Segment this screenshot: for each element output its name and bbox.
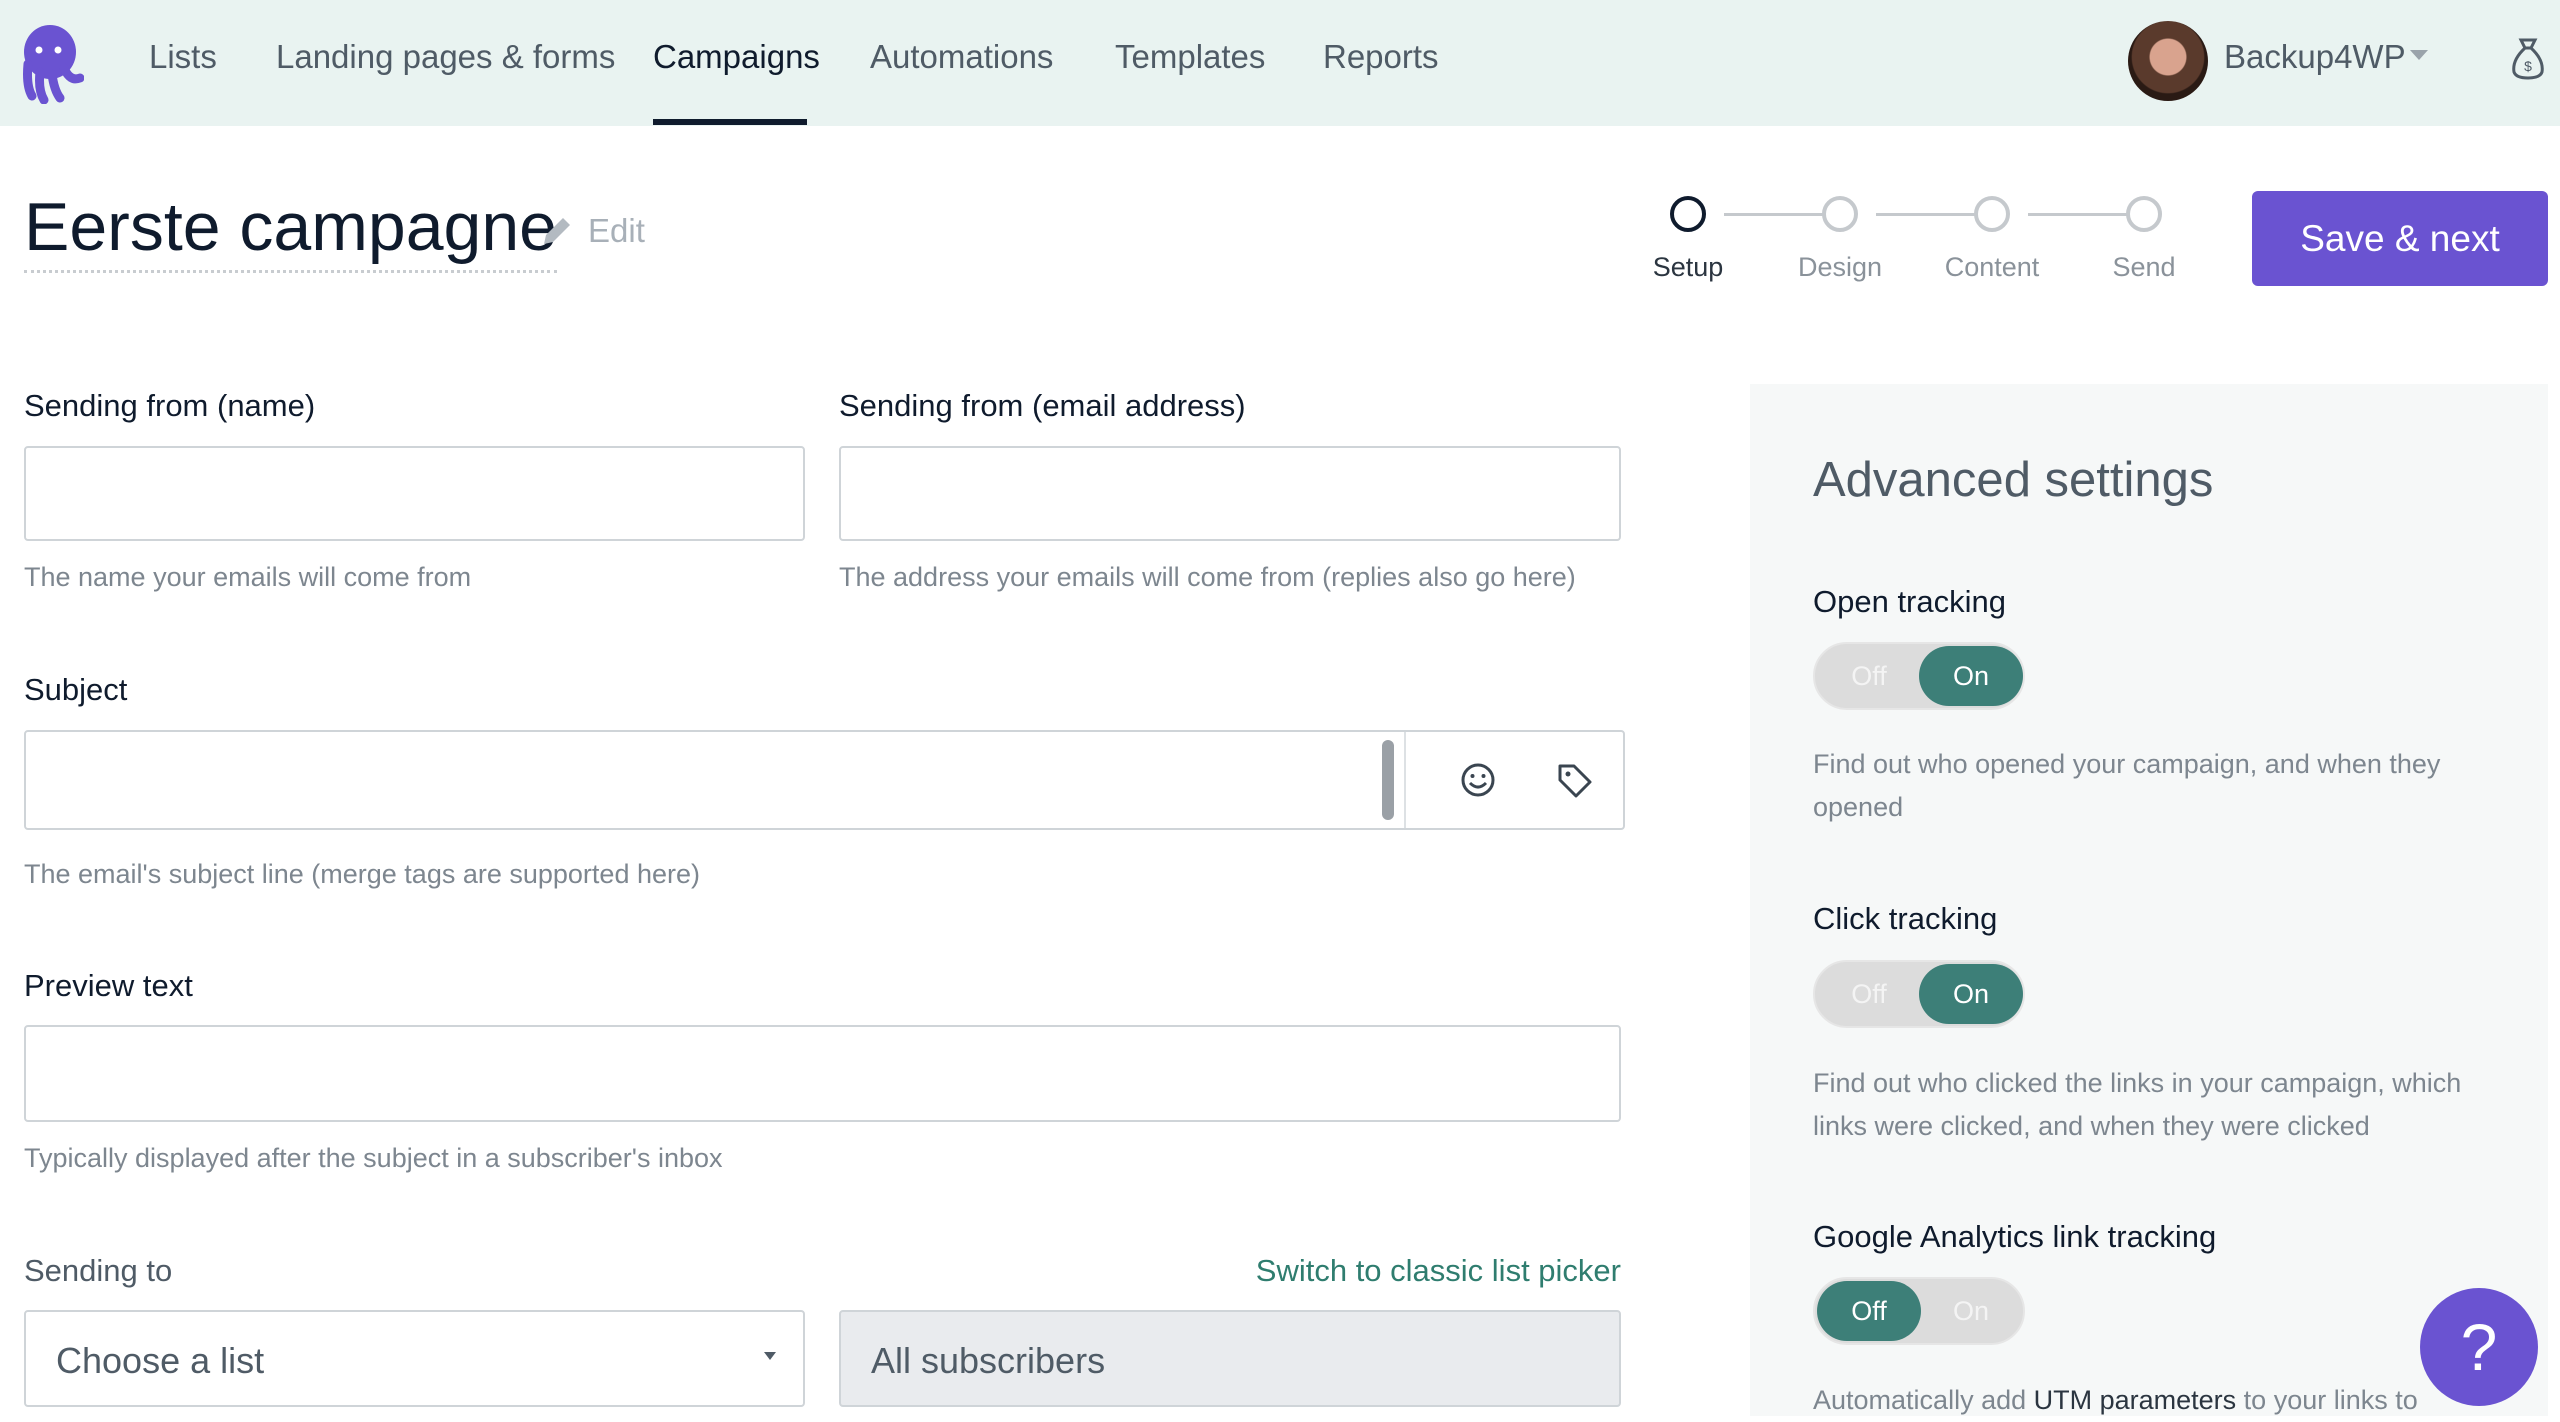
step-send-marker[interactable] (2126, 196, 2162, 232)
click-tracking-toggle[interactable]: Off On (1813, 960, 2025, 1028)
click-tracking-desc: Find out who clicked the links in your c… (1813, 1068, 2462, 1141)
segment-value: All subscribers (871, 1340, 1106, 1381)
subject-input[interactable] (26, 732, 1376, 828)
open-tracking-toggle[interactable]: Off On (1813, 642, 2025, 710)
from-email-input[interactable] (839, 446, 1621, 541)
sending-to-label: Sending to (24, 1253, 173, 1288)
segment-select[interactable]: All subscribers (839, 1310, 1621, 1407)
toggle-off[interactable]: Off (1817, 964, 1921, 1024)
subject-help: The email's subject line (merge tags are… (24, 859, 700, 889)
toggle-off[interactable]: Off (1817, 1281, 1921, 1341)
top-nav: Lists Landing pages & forms Campaigns Au… (0, 0, 2560, 126)
money-bag-icon[interactable]: $ (2508, 36, 2548, 80)
save-next-button[interactable]: Save & next (2252, 191, 2548, 286)
edit-label: Edit (588, 212, 645, 249)
subject-field (24, 730, 1625, 830)
advanced-settings-panel (1750, 384, 2548, 1416)
step-content-label: Content (1944, 252, 2040, 282)
from-email-label: Sending from (email address) (839, 388, 1246, 423)
ga-tracking-label: Google Analytics link tracking (1813, 1219, 2217, 1254)
open-tracking-label: Open tracking (1813, 584, 2006, 619)
from-name-label: Sending from (name) (24, 388, 316, 423)
pencil-icon (544, 218, 570, 244)
toggle-on[interactable]: On (1919, 964, 2023, 1024)
step-design-label: Design (1797, 252, 1883, 282)
advanced-settings-title: Advanced settings (1813, 453, 2214, 507)
toggle-off[interactable]: Off (1817, 646, 1921, 706)
campaign-title[interactable]: Eerste campagne (24, 188, 557, 273)
logo-octopus-icon[interactable] (22, 24, 84, 104)
preview-help: Typically displayed after the subject in… (24, 1143, 723, 1173)
divider (1404, 732, 1406, 828)
click-tracking-label: Click tracking (1813, 901, 1998, 936)
step-content-marker[interactable] (1974, 196, 2010, 232)
from-name-input[interactable] (24, 446, 805, 541)
svg-text:$: $ (2524, 58, 2532, 74)
account-name[interactable]: Backup4WP (2224, 38, 2406, 76)
step-send-label: Send (2112, 252, 2176, 282)
nav-automations[interactable]: Automations (870, 38, 1053, 76)
ga-desc-text: Automatically add (1813, 1385, 2034, 1415)
ga-tracking-toggle[interactable]: Off On (1813, 1277, 2025, 1345)
emoji-icon[interactable] (1460, 762, 1496, 798)
preview-text-input[interactable] (24, 1025, 1621, 1122)
list-select-value: Choose a list (56, 1340, 265, 1381)
nav-templates[interactable]: Templates (1115, 38, 1265, 76)
classic-list-picker-link[interactable]: Switch to classic list picker (1256, 1253, 1621, 1289)
nav-lists[interactable]: Lists (149, 38, 217, 76)
chevron-down-icon (764, 1352, 776, 1360)
from-name-help: The name your emails will come from (24, 562, 472, 592)
step-design-marker[interactable] (1822, 196, 1858, 232)
edit-title-button[interactable]: Edit (540, 212, 645, 250)
toggle-on[interactable]: On (1919, 1281, 2023, 1341)
scrollbar[interactable] (1382, 740, 1394, 820)
ga-desc-text: to your links to (2236, 1385, 2418, 1415)
toggle-on[interactable]: On (1919, 646, 2023, 706)
nav-reports[interactable]: Reports (1323, 38, 1439, 76)
from-email-help: The address your emails will come from (… (839, 562, 1576, 592)
utm-parameters-link[interactable]: UTM parameters (2034, 1385, 2237, 1415)
nav-landing-pages[interactable]: Landing pages & forms (276, 38, 615, 76)
nav-campaigns[interactable]: Campaigns (653, 38, 820, 76)
open-tracking-desc: Find out who opened your campaign, and w… (1813, 749, 2441, 822)
caret-down-icon[interactable] (2410, 50, 2428, 60)
subject-label: Subject (24, 672, 128, 707)
list-select[interactable]: Choose a list (24, 1310, 805, 1407)
active-tab-indicator (653, 119, 807, 125)
merge-tag-icon[interactable] (1556, 762, 1594, 800)
step-setup-label: Setup (1652, 252, 1724, 282)
help-button[interactable]: ? (2420, 1288, 2538, 1406)
avatar[interactable] (2128, 21, 2208, 101)
preview-label: Preview text (24, 968, 193, 1003)
step-setup-marker[interactable] (1670, 196, 1706, 232)
